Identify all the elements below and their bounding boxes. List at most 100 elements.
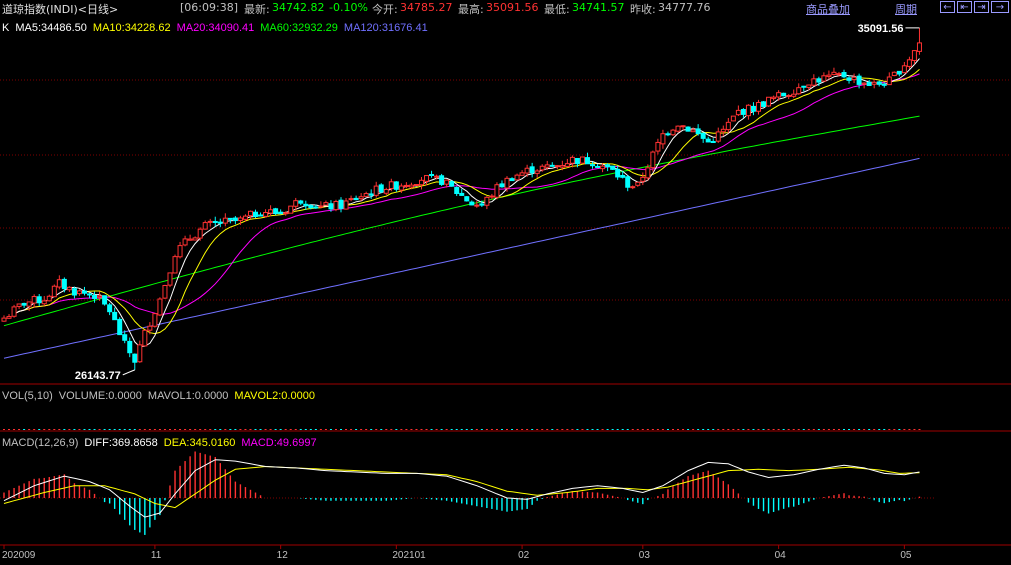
volume-bar bbox=[858, 429, 861, 430]
candle-body bbox=[670, 129, 676, 136]
volume-bar bbox=[314, 429, 317, 430]
volume-bar bbox=[722, 429, 725, 430]
volume-bar bbox=[641, 429, 644, 430]
volume-bar bbox=[817, 429, 820, 430]
volume-bar bbox=[636, 429, 639, 430]
volume-bar bbox=[853, 429, 856, 430]
candle-body bbox=[97, 295, 103, 298]
volume-bar bbox=[8, 429, 11, 430]
volume-bar bbox=[350, 429, 353, 430]
volume-bar bbox=[707, 429, 710, 430]
candle-body bbox=[51, 285, 57, 298]
volume-bar bbox=[204, 429, 207, 430]
volume-bar bbox=[425, 429, 428, 430]
volume-bar bbox=[239, 429, 242, 430]
candle-body bbox=[429, 174, 435, 177]
volume-bar bbox=[465, 429, 468, 430]
candle-body bbox=[660, 133, 666, 145]
price-legend-item: MA60:32932.29 bbox=[260, 22, 338, 34]
volume-legend-item: VOL(5,10) bbox=[2, 390, 53, 402]
low-marker-line bbox=[122, 369, 135, 376]
volume-bar bbox=[380, 429, 383, 430]
volume-legend-item: MAVOL2:0.0000 bbox=[234, 390, 315, 402]
volume-bar bbox=[249, 429, 252, 430]
volume-bar bbox=[269, 429, 272, 430]
volume-bar bbox=[626, 429, 629, 430]
candle-body bbox=[348, 198, 354, 201]
candle-body bbox=[263, 212, 269, 217]
macd-legend-item: MACD(12,26,9) bbox=[2, 437, 78, 449]
volume-bar bbox=[345, 429, 348, 430]
candle-body bbox=[464, 196, 470, 202]
candle-body bbox=[710, 141, 716, 144]
volume-bar bbox=[687, 429, 690, 430]
volume-bar bbox=[118, 429, 121, 430]
candle-body bbox=[207, 220, 213, 223]
candle-body bbox=[539, 165, 545, 171]
volume-bar bbox=[631, 429, 634, 430]
candle-body bbox=[444, 179, 450, 185]
volume-bar bbox=[128, 429, 131, 430]
candle-body bbox=[46, 295, 52, 302]
volume-bar bbox=[365, 429, 368, 430]
candle-body bbox=[529, 166, 535, 174]
price-legend-item: MA20:34090.41 bbox=[177, 22, 255, 34]
candle-body bbox=[142, 329, 148, 347]
candle-body bbox=[615, 168, 621, 178]
volume-bar bbox=[611, 429, 614, 430]
candle-body bbox=[383, 188, 389, 194]
candle-body bbox=[524, 167, 530, 174]
candle-body bbox=[56, 279, 62, 288]
candle-body bbox=[665, 133, 671, 136]
candle-body bbox=[831, 71, 837, 76]
volume-bar bbox=[143, 429, 146, 430]
volume-bar bbox=[58, 429, 61, 430]
candle-body bbox=[841, 72, 847, 78]
volume-bar bbox=[556, 429, 559, 430]
candle-body bbox=[801, 85, 807, 88]
volume-bar bbox=[103, 429, 106, 430]
candle-body bbox=[273, 208, 279, 214]
volume-bar bbox=[581, 429, 584, 430]
candle-body bbox=[418, 179, 424, 186]
x-axis-label: 202101 bbox=[392, 550, 426, 561]
candle-body bbox=[36, 296, 42, 304]
volume-bar bbox=[561, 429, 564, 430]
volume-bar bbox=[194, 429, 197, 430]
candle-body bbox=[227, 217, 233, 220]
volume-bar bbox=[304, 429, 307, 430]
volume-bar bbox=[516, 429, 519, 430]
candle-body bbox=[177, 245, 183, 258]
candle-body bbox=[595, 165, 601, 168]
volume-bar bbox=[244, 429, 247, 430]
candle-body bbox=[26, 301, 32, 307]
candle-body bbox=[202, 222, 208, 230]
volume-bar bbox=[742, 429, 745, 430]
candle-body bbox=[398, 185, 404, 191]
volume-bar bbox=[163, 429, 166, 430]
candle-body bbox=[242, 215, 248, 220]
candle-body bbox=[911, 50, 917, 61]
candle-body bbox=[896, 70, 902, 75]
candle-body bbox=[137, 344, 143, 363]
candle-body bbox=[761, 101, 767, 107]
ma20-line bbox=[13, 73, 920, 315]
volume-bar bbox=[405, 429, 408, 430]
macd-panel bbox=[3, 451, 921, 535]
candle-body bbox=[851, 76, 857, 81]
volume-bar bbox=[98, 429, 101, 430]
volume-bar bbox=[480, 429, 483, 430]
candle-body bbox=[353, 197, 359, 201]
volume-bar bbox=[506, 429, 508, 430]
candle-body bbox=[489, 195, 495, 198]
candle-body bbox=[630, 186, 636, 189]
volume-bar bbox=[400, 429, 403, 430]
volume-bar bbox=[450, 429, 453, 430]
high-price-label: 35091.56 bbox=[858, 23, 904, 35]
volume-bar bbox=[148, 429, 151, 430]
volume-bar bbox=[832, 429, 835, 430]
volume-bar bbox=[536, 429, 539, 430]
candle-body bbox=[424, 175, 430, 182]
candle-body bbox=[338, 199, 344, 209]
candle-body bbox=[232, 217, 238, 222]
